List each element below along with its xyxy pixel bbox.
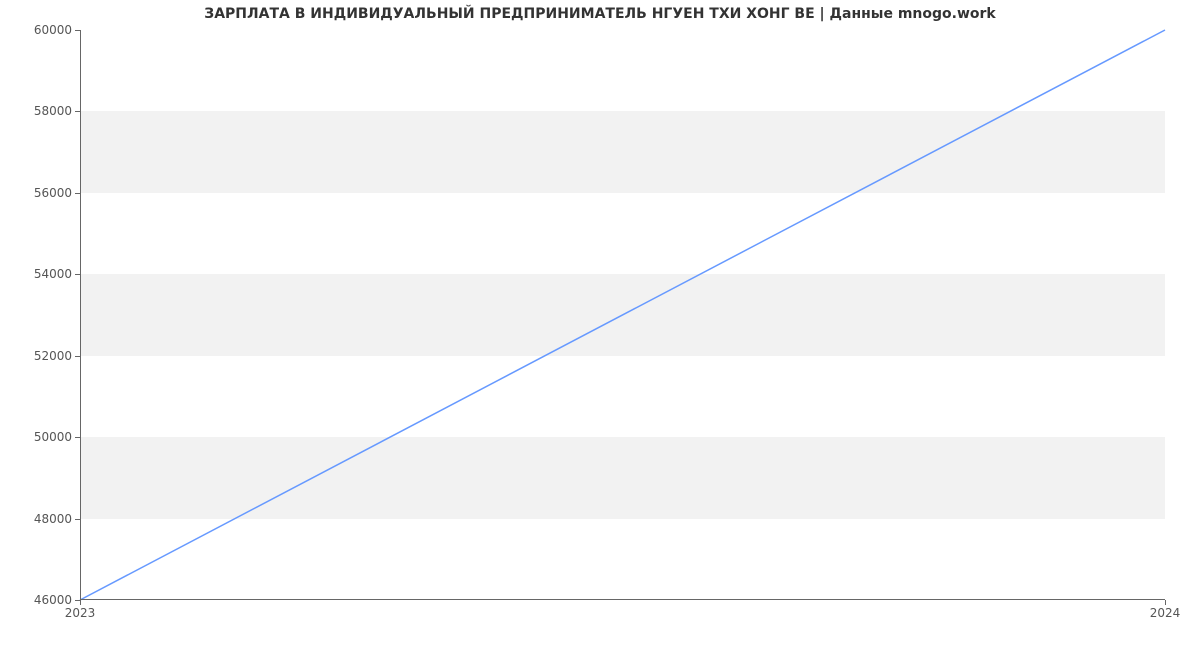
y-axis [80, 30, 81, 600]
y-tick-label: 56000 [34, 186, 80, 200]
y-tick-label: 50000 [34, 430, 80, 444]
y-tick-label: 58000 [34, 104, 80, 118]
y-tick-label: 48000 [34, 512, 80, 526]
series-line [80, 30, 1165, 600]
x-tick-label: 2024 [1150, 600, 1181, 620]
line-series [80, 30, 1165, 600]
x-axis [80, 599, 1165, 600]
y-tick-label: 52000 [34, 349, 80, 363]
chart-title: ЗАРПЛАТА В ИНДИВИДУАЛЬНЫЙ ПРЕДПРИНИМАТЕЛ… [0, 6, 1200, 22]
salary-line-chart: ЗАРПЛАТА В ИНДИВИДУАЛЬНЫЙ ПРЕДПРИНИМАТЕЛ… [0, 0, 1200, 650]
plot-area: 4600048000500005200054000560005800060000… [80, 30, 1165, 600]
y-tick-label: 54000 [34, 267, 80, 281]
x-tick-label: 2023 [65, 600, 96, 620]
y-tick-label: 60000 [34, 23, 80, 37]
